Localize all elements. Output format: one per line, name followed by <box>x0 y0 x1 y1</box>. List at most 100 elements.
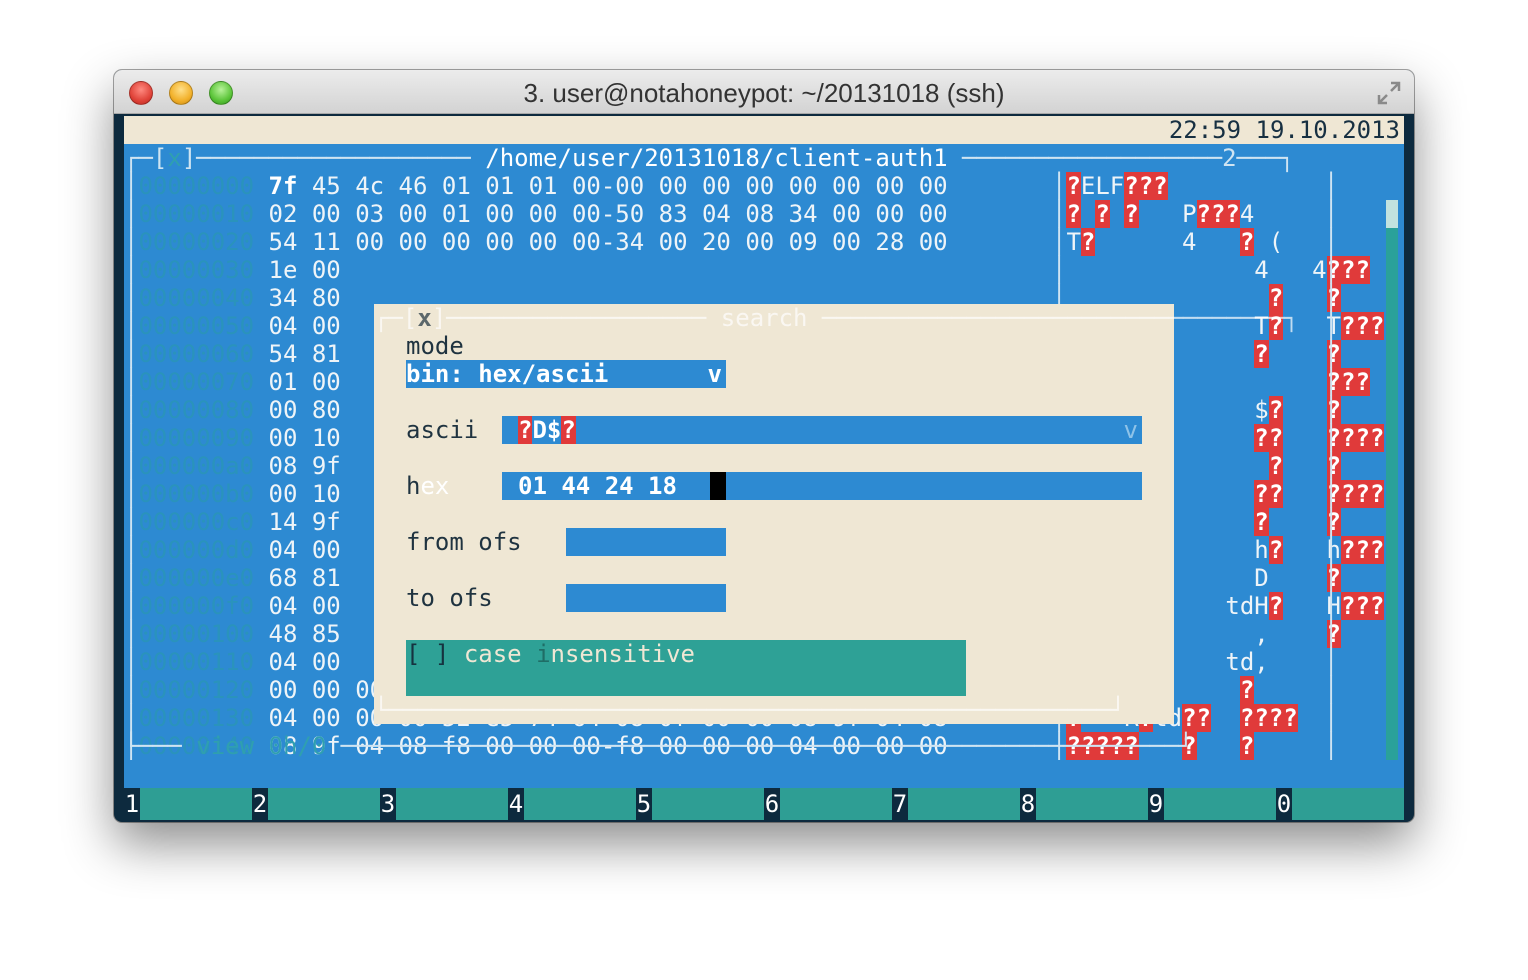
ascii-history-arrow: v <box>1123 416 1138 444</box>
case-insensitive-checkbox[interactable]: [ ] case insensitive <box>406 640 966 696</box>
hex-input-value: 01 44 24 18 <box>518 472 677 500</box>
file-path: /home/user/20131018/client-auth1 <box>485 144 948 172</box>
hex-row[interactable]: │00000090 00 10 <box>124 424 341 452</box>
hex-byte[interactable]: 01 <box>269 368 298 396</box>
hex-byte[interactable]: 54 <box>269 340 298 368</box>
ascii-label: ascii <box>406 416 479 444</box>
hex-bytes[interactable]: 00 <box>297 256 341 284</box>
fkey-4[interactable]: 4 <box>508 788 524 820</box>
dialog-close-button[interactable]: x <box>417 304 431 332</box>
hex-byte[interactable]: 02 <box>269 200 298 228</box>
fkey-3[interactable]: 3 <box>380 788 396 820</box>
row-offset: 000000d0 <box>138 536 255 564</box>
title-bar[interactable]: 3. user@notahoneypot: ~/20131018 (ssh) <box>114 70 1414 114</box>
hex-row[interactable]: │000000e0 68 81 <box>124 564 341 592</box>
hex-row[interactable]: │00000080 00 80 <box>124 396 341 424</box>
window-title: 3. user@notahoneypot: ~/20131018 (ssh) <box>523 78 1005 108</box>
hex-row[interactable]: │000000c0 14 9f <box>124 508 341 536</box>
hex-row[interactable]: │00000050 04 00 <box>124 312 341 340</box>
hex-byte[interactable]: 00 <box>269 424 298 452</box>
hex-byte[interactable]: 04 <box>269 536 298 564</box>
hex-bytes[interactable]: 80 <box>297 396 341 424</box>
search-dialog: ┌─[x]────────────────── search ─────────… <box>374 304 1299 724</box>
hex-bytes[interactable]: 00 <box>297 368 341 396</box>
hex-byte[interactable]: 00 <box>269 480 298 508</box>
hex-byte[interactable]: 04 <box>269 592 298 620</box>
hex-row[interactable]: │00000110 04 00 <box>124 648 341 676</box>
ascii-column[interactable]: │T? 4 ? ( <box>1052 228 1283 256</box>
hex-bytes[interactable]: 00 03 00 01 00 00 00-50 83 04 08 34 00 0… <box>297 200 962 228</box>
mode-select[interactable]: bin: hex/ascii v <box>406 360 726 388</box>
hex-bytes[interactable]: 11 00 00 00 00 00 00-34 00 20 00 09 00 2… <box>297 228 962 256</box>
panel-close-button[interactable]: x <box>167 144 181 172</box>
vertical-scrollbar[interactable] <box>1386 200 1398 760</box>
hex-bytes[interactable]: 85 <box>297 620 341 648</box>
hex-byte[interactable]: 48 <box>269 620 298 648</box>
fkey-6[interactable]: 6 <box>764 788 780 820</box>
hex-row[interactable]: │000000a0 08 9f <box>124 452 341 480</box>
mode-select-value: bin: hex/ascii <box>406 360 609 388</box>
hex-row[interactable]: │000000f0 04 00 <box>124 592 341 620</box>
to-ofs-input[interactable] <box>566 584 726 612</box>
hex-bytes[interactable]: 00 <box>297 592 341 620</box>
hex-input[interactable]: 01 44 24 18 <box>502 472 1142 500</box>
clock: 22:59 19.10.2013 <box>1168 116 1400 144</box>
row-offset: 00000040 <box>138 284 255 312</box>
hex-bytes[interactable]: 81 <box>297 564 341 592</box>
row-offset: 000000e0 <box>138 564 255 592</box>
ascii-column[interactable]: │ 4 4??? <box>1052 256 1370 284</box>
fkey-8[interactable]: 8 <box>1020 788 1036 820</box>
terminal[interactable]: File Edit Windows Help 22:59 19.10.2013 … <box>124 116 1404 820</box>
scrollbar-thumb[interactable] <box>1386 200 1398 228</box>
hex-row[interactable]: │000000d0 04 00 <box>124 536 341 564</box>
from-ofs-input[interactable] <box>566 528 726 556</box>
hex-byte[interactable]: 14 <box>269 508 298 536</box>
hex-bytes[interactable]: 00 <box>297 536 341 564</box>
dialog-frame-bottom: └───────────────────────────────────────… <box>374 696 1126 724</box>
hex-row[interactable]: │00000010 02 00 03 00 01 00 00 00-50 83 … <box>124 200 962 228</box>
fullscreen-icon[interactable] <box>1376 80 1402 106</box>
hex-row[interactable]: │00000000 7f 45 4c 46 01 01 01 00-00 00 … <box>124 172 962 200</box>
hex-byte[interactable]: 34 <box>269 284 298 312</box>
hex-bytes[interactable]: 00 <box>297 312 341 340</box>
from-ofs-label: from ofs <box>406 528 522 556</box>
ascii-column[interactable]: │?ELF??? <box>1052 172 1168 200</box>
ascii-input[interactable]: ?D$? v <box>502 416 1142 444</box>
hex-byte[interactable]: 04 <box>269 312 298 340</box>
hex-bytes[interactable]: 00 <box>297 648 341 676</box>
hex-row[interactable]: │00000070 01 00 <box>124 368 341 396</box>
hex-byte[interactable]: 54 <box>269 228 298 256</box>
hex-bytes[interactable]: 45 4c 46 01 01 01 00-00 00 00 00 00 00 0… <box>297 172 962 200</box>
hex-byte[interactable]: 68 <box>269 564 298 592</box>
fkey-1[interactable]: 1 <box>124 788 140 820</box>
hex-bytes[interactable]: 9f <box>297 508 341 536</box>
hex-row[interactable]: │00000040 34 80 <box>124 284 341 312</box>
hex-bytes[interactable]: 80 <box>297 284 341 312</box>
fkey-7[interactable]: 7 <box>892 788 908 820</box>
hex-bytes[interactable]: 10 <box>297 480 341 508</box>
fkey-5[interactable]: 5 <box>636 788 652 820</box>
checkbox-label-prefix: case <box>463 640 537 668</box>
row-offset: 00000130 <box>138 704 255 732</box>
hex-row[interactable]: │000000b0 00 10 <box>124 480 341 508</box>
ascii-column[interactable]: │? ? ? P???4 <box>1052 200 1254 228</box>
hex-label: hex <box>406 472 450 500</box>
fkey-2[interactable]: 2 <box>252 788 268 820</box>
row-offset: 000000c0 <box>138 508 255 536</box>
hex-byte[interactable]: 04 <box>269 648 298 676</box>
hex-byte[interactable]: 00 <box>269 396 298 424</box>
hex-byte[interactable]: 04 <box>269 704 298 732</box>
hex-row[interactable]: │00000100 48 85 <box>124 620 341 648</box>
hex-bytes[interactable]: 81 <box>297 340 341 368</box>
hex-row[interactable]: │00000030 1e 00 <box>124 256 341 284</box>
hex-bytes[interactable]: 9f <box>297 452 341 480</box>
hex-bytes[interactable]: 10 <box>297 424 341 452</box>
fkey-9[interactable]: 9 <box>1148 788 1164 820</box>
hex-byte[interactable]: 7f <box>269 172 298 200</box>
hex-byte[interactable]: 08 <box>269 452 298 480</box>
hex-row[interactable]: │00000020 54 11 00 00 00 00 00 00-34 00 … <box>124 228 962 256</box>
hex-byte[interactable]: 00 <box>269 676 298 704</box>
fkey-0[interactable]: 0 <box>1276 788 1292 820</box>
hex-byte[interactable]: 1e <box>269 256 298 284</box>
hex-row[interactable]: │00000060 54 81 <box>124 340 341 368</box>
